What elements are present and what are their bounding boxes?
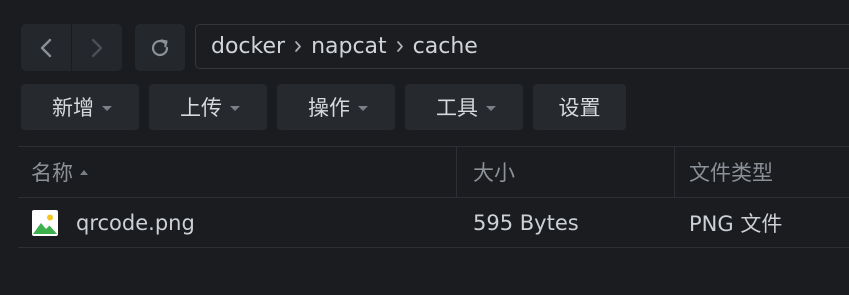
upload-button[interactable]: 上传 — [149, 84, 267, 130]
file-type: PNG 文件 — [689, 211, 783, 236]
chevron-left-icon — [40, 38, 52, 57]
caret-down-icon — [102, 105, 112, 111]
toolbar: 新增 上传 操作 工具 设置 — [21, 84, 626, 130]
chevron-right-icon — [91, 38, 103, 57]
actions-button-label: 操作 — [308, 96, 350, 120]
navigation-controls — [21, 24, 185, 71]
column-header-type-label: 文件类型 — [689, 161, 773, 185]
breadcrumb-item-cache[interactable]: cache — [413, 34, 478, 59]
new-button[interactable]: 新增 — [21, 84, 139, 130]
table-row[interactable]: qrcode.png 595 Bytes PNG 文件 — [18, 197, 849, 248]
chevron-right-icon — [396, 40, 404, 53]
tools-button-label: 工具 — [436, 96, 478, 120]
breadcrumb: docker napcat cache — [195, 24, 849, 69]
table-header: 名称 大小 文件类型 — [18, 146, 849, 197]
file-type-cell: PNG 文件 — [674, 198, 849, 247]
history-buttons — [21, 24, 122, 71]
column-header-name[interactable]: 名称 — [18, 147, 456, 197]
file-table: 名称 大小 文件类型 qrcode.png 595 Bytes PNG 文件 — [18, 146, 849, 248]
settings-button-label: 设置 — [558, 96, 601, 120]
file-manager: docker napcat cache 新增 上传 操作 工具 设置 名称 大小… — [0, 0, 849, 295]
file-name-cell: qrcode.png — [18, 198, 456, 247]
upload-button-label: 上传 — [180, 96, 222, 120]
chevron-right-icon — [294, 40, 302, 53]
column-header-name-label: 名称 — [31, 161, 73, 185]
column-header-type[interactable]: 文件类型 — [674, 147, 849, 197]
tools-button[interactable]: 工具 — [405, 84, 523, 130]
refresh-button[interactable] — [135, 24, 185, 71]
breadcrumb-item-napcat[interactable]: napcat — [311, 34, 387, 59]
column-header-size-label: 大小 — [473, 161, 515, 185]
image-file-icon — [32, 209, 58, 236]
caret-down-icon — [486, 105, 496, 111]
file-size: 595 Bytes — [473, 210, 579, 235]
refresh-icon — [151, 38, 169, 56]
back-button[interactable] — [21, 24, 72, 71]
settings-button[interactable]: 设置 — [533, 84, 626, 130]
breadcrumb-item-docker[interactable]: docker — [211, 34, 285, 59]
file-name[interactable]: qrcode.png — [76, 211, 195, 235]
caret-down-icon — [358, 105, 368, 111]
new-button-label: 新增 — [52, 96, 94, 120]
caret-down-icon — [230, 105, 240, 111]
file-size-cell: 595 Bytes — [456, 198, 674, 247]
actions-button[interactable]: 操作 — [277, 84, 395, 130]
sort-ascending-icon — [80, 169, 88, 175]
forward-button[interactable] — [72, 24, 122, 71]
column-header-size[interactable]: 大小 — [456, 147, 674, 197]
